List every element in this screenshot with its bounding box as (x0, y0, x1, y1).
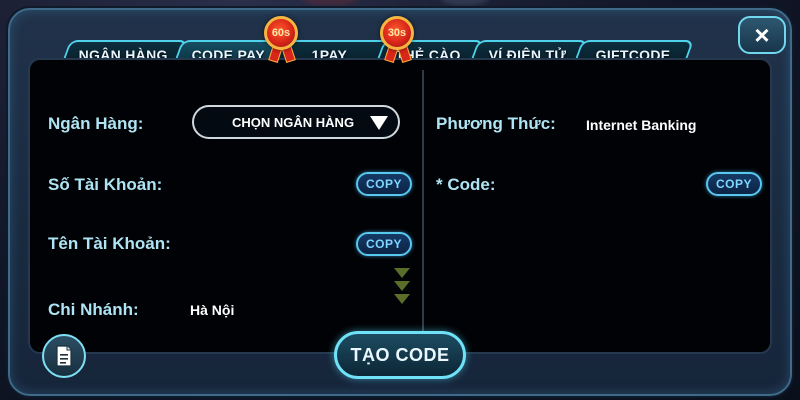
branch-value: Hà Nội (190, 302, 235, 318)
copy-account-name-button[interactable]: COPY (356, 232, 412, 256)
code-label: * Code: (436, 175, 496, 194)
divider (422, 70, 424, 350)
branch-label: Chi Nhánh: (48, 300, 139, 319)
bank-select[interactable]: CHỌN NGÂN HÀNG (192, 105, 400, 139)
bank-label: Ngân Hàng: (48, 114, 144, 133)
method-value: Internet Banking (586, 117, 697, 133)
copy-account-number-button[interactable]: COPY (356, 172, 412, 196)
bank-select-value: CHỌN NGÂN HÀNG (232, 114, 355, 130)
dropdown-arrow-icon (370, 116, 388, 130)
timer-badge-code-pay: 60s (264, 16, 300, 64)
account-number-label: Số Tài Khoản: (48, 175, 163, 194)
create-code-button[interactable]: TẠO CODE (334, 331, 466, 379)
close-button[interactable]: × (738, 16, 786, 54)
account-name-label: Tên Tài Khoản: (48, 234, 171, 253)
badge-label: 60s (264, 16, 298, 50)
badge-label: 30s (380, 16, 414, 50)
close-icon: × (754, 20, 770, 50)
scroll-down-chevron-icon[interactable] (394, 268, 410, 316)
copy-code-button[interactable]: COPY (706, 172, 762, 196)
document-icon (56, 345, 72, 367)
history-button[interactable] (42, 334, 86, 378)
content-panel: Ngân Hàng: CHỌN NGÂN HÀNG Số Tài Khoản: … (28, 58, 772, 354)
timer-badge-1pay: 30s (380, 16, 416, 64)
method-label: Phương Thức: (436, 114, 556, 133)
